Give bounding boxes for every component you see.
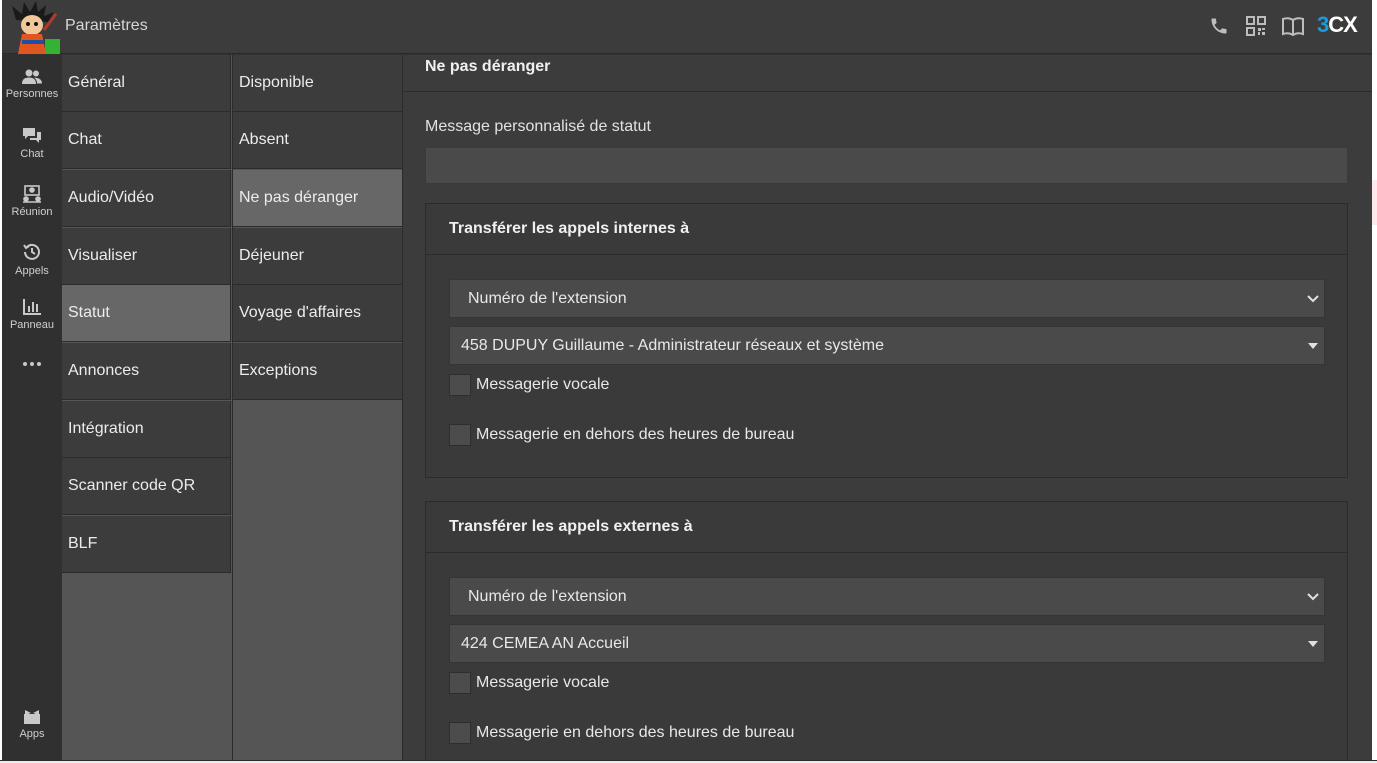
external-forward-panel: Transférer les appels externes à Numéro … bbox=[425, 501, 1348, 760]
history-icon bbox=[23, 243, 40, 260]
external-forward-type-select[interactable]: Numéro de l'extension bbox=[449, 577, 1325, 616]
settings-item-announcements[interactable]: Annonces bbox=[62, 343, 231, 400]
phone-icon[interactable] bbox=[1207, 14, 1231, 38]
caret-down-icon bbox=[1302, 342, 1324, 349]
qr-code-icon[interactable] bbox=[1244, 14, 1268, 38]
status-item-available[interactable]: Disponible bbox=[233, 55, 402, 112]
internal-extension-select[interactable]: 458 DUPUY Guillaume - Administrateur rés… bbox=[449, 326, 1325, 365]
settings-item-status[interactable]: Statut bbox=[62, 285, 231, 342]
divider bbox=[403, 91, 1372, 92]
top-bar: Paramètres 3CX bbox=[2, 0, 1372, 54]
internal-voicemail-checkbox[interactable] bbox=[449, 374, 471, 396]
rail-label: Réunion bbox=[11, 206, 53, 218]
rail-item-panel[interactable]: Panneau bbox=[2, 292, 62, 344]
apps-icon bbox=[24, 710, 40, 724]
settings-item-display[interactable]: Visualiser bbox=[62, 228, 231, 285]
settings-item-integration[interactable]: Intégration bbox=[62, 401, 231, 458]
external-voicemail-option[interactable]: Messagerie vocale bbox=[449, 672, 609, 694]
chevron-down-icon bbox=[1302, 294, 1324, 303]
status-message-label: Message personnalisé de statut bbox=[425, 118, 651, 135]
meeting-icon bbox=[23, 185, 41, 203]
settings-item-general[interactable]: Général bbox=[62, 55, 231, 112]
internal-forward-type-select[interactable]: Numéro de l'extension bbox=[449, 279, 1325, 318]
settings-item-blf[interactable]: BLF bbox=[62, 516, 231, 573]
rail-label: Panneau bbox=[9, 319, 55, 331]
external-forward-title: Transférer les appels externes à bbox=[426, 502, 1347, 553]
select-value: 424 CEMEA AN Accueil bbox=[461, 634, 630, 652]
rail-item-people[interactable]: Personnes bbox=[2, 63, 62, 115]
status-item-away[interactable]: Absent bbox=[233, 112, 402, 169]
status-item-exceptions[interactable]: Exceptions bbox=[233, 343, 402, 400]
app-window: Paramètres 3CX Personnes Chat Réunion Ap… bbox=[2, 0, 1372, 760]
presence-status-dot bbox=[45, 39, 60, 54]
content-title: Ne pas déranger bbox=[425, 58, 551, 75]
select-value: Numéro de l'extension bbox=[468, 289, 627, 307]
chat-icon bbox=[23, 128, 41, 143]
internal-forward-panel: Transférer les appels internes à Numéro … bbox=[425, 203, 1348, 478]
page-title: Paramètres bbox=[65, 17, 148, 34]
brand-logo: 3CX bbox=[1317, 12, 1358, 37]
rail-item-chat[interactable]: Chat bbox=[2, 121, 62, 173]
internal-after-hours-checkbox[interactable] bbox=[449, 424, 471, 446]
internal-voicemail-option[interactable]: Messagerie vocale bbox=[449, 374, 609, 396]
external-extension-select[interactable]: 424 CEMEA AN Accueil bbox=[449, 624, 1325, 663]
external-after-hours-checkbox[interactable] bbox=[449, 722, 471, 744]
rail-label: Personnes bbox=[5, 88, 59, 100]
settings-item-chat[interactable]: Chat bbox=[62, 112, 231, 169]
rail-label: Apps bbox=[19, 728, 45, 740]
status-item-business-trip[interactable]: Voyage d'affaires bbox=[233, 285, 402, 342]
settings-menu: Général Chat Audio/Vidéo Visualiser Stat… bbox=[62, 55, 232, 760]
content-panel: Ne pas déranger Message personnalisé de … bbox=[402, 55, 1372, 760]
rail-item-more[interactable] bbox=[2, 353, 62, 405]
checkbox-label: Messagerie vocale bbox=[476, 674, 610, 691]
book-icon[interactable] bbox=[1281, 14, 1305, 38]
rail-item-meeting[interactable]: Réunion bbox=[2, 179, 62, 231]
status-item-do-not-disturb[interactable]: Ne pas déranger bbox=[233, 170, 402, 227]
rail-item-apps[interactable]: Apps bbox=[2, 703, 62, 755]
chart-icon bbox=[23, 299, 41, 315]
rail-label: Appels bbox=[15, 265, 49, 277]
external-after-hours-option[interactable]: Messagerie en dehors des heures de burea… bbox=[449, 722, 794, 744]
caret-down-icon bbox=[1302, 640, 1324, 647]
status-item-lunch[interactable]: Déjeuner bbox=[233, 228, 402, 285]
left-rail: Personnes Chat Réunion Appels Panneau Ap… bbox=[2, 55, 62, 760]
status-menu: Disponible Absent Ne pas déranger Déjeun… bbox=[232, 55, 402, 760]
external-voicemail-checkbox[interactable] bbox=[449, 672, 471, 694]
select-value: Numéro de l'extension bbox=[468, 587, 627, 605]
rail-label: Chat bbox=[20, 148, 44, 160]
checkbox-label: Messagerie en dehors des heures de burea… bbox=[476, 426, 795, 443]
select-value: 458 DUPUY Guillaume - Administrateur rés… bbox=[461, 336, 884, 354]
rail-item-calls[interactable]: Appels bbox=[2, 236, 62, 288]
checkbox-label: Messagerie en dehors des heures de burea… bbox=[476, 724, 795, 741]
settings-item-qr-scanner[interactable]: Scanner code QR bbox=[62, 458, 231, 515]
internal-after-hours-option[interactable]: Messagerie en dehors des heures de burea… bbox=[449, 424, 794, 446]
settings-item-audio-video[interactable]: Audio/Vidéo bbox=[62, 170, 231, 227]
internal-forward-title: Transférer les appels internes à bbox=[426, 204, 1347, 255]
status-message-input[interactable] bbox=[425, 147, 1348, 184]
more-icon bbox=[23, 362, 41, 366]
people-icon bbox=[22, 69, 42, 84]
checkbox-label: Messagerie vocale bbox=[476, 376, 610, 393]
window-edge bbox=[1372, 0, 1377, 763]
chevron-down-icon bbox=[1302, 592, 1324, 601]
